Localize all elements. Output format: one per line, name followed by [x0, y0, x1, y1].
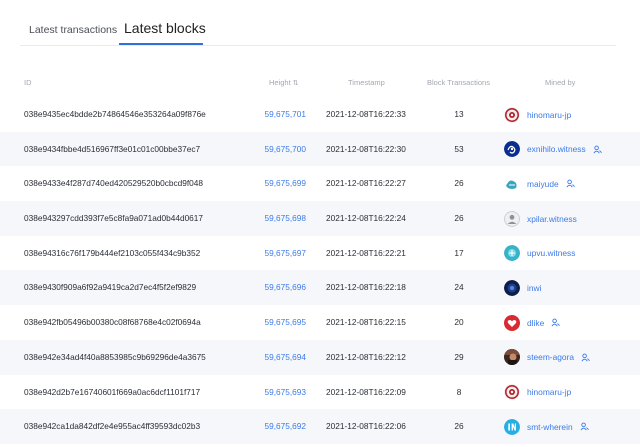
block-height-link[interactable]: 59,675,699	[243, 166, 306, 201]
table-row: 038e94316c76f179b444ef2103c055f434c9b352…	[0, 236, 640, 271]
block-height-link[interactable]: 59,675,696	[243, 270, 306, 305]
witness-badge-icon	[593, 145, 602, 154]
table-row: 038e942fb05496b00380c08f68768e4c02f0694a…	[0, 305, 640, 340]
block-transactions-count: 26	[454, 178, 464, 189]
photo-avatar-icon	[504, 349, 520, 366]
miner-name: smt-wherein	[527, 421, 573, 432]
block-timestamp: 2021-12-08T16:22:27	[326, 178, 406, 189]
miner-link[interactable]: inwi	[504, 279, 541, 296]
block-timestamp: 2021-12-08T16:22:24	[326, 213, 406, 224]
block-id: 038e94316c76f179b444ef2103c055f434c9b352	[24, 247, 201, 258]
block-id: 038e9430f909a6f92a9419ca2d7ec4f5f2ef9829	[24, 282, 197, 293]
miner-name: xpilar.witness	[527, 213, 577, 224]
teal-logo-avatar-icon	[504, 175, 520, 192]
block-timestamp: 2021-12-08T16:22:30	[326, 143, 406, 154]
miner-name: inwi	[527, 282, 542, 293]
block-timestamp: 2021-12-08T16:22:09	[326, 386, 406, 397]
column-header-block-transactions: Block Transactions	[427, 78, 490, 87]
block-transactions-count: 20	[454, 317, 464, 328]
block-id: 038e9435ec4bdde2b74864546e353264a09f876e	[24, 109, 206, 119]
witness-badge-icon	[580, 422, 589, 431]
block-timestamp: 2021-12-08T16:22:18	[326, 282, 406, 293]
block-transactions-count: 8	[456, 386, 462, 397]
column-header-id: ID	[24, 78, 32, 87]
miner-link[interactable]: dlike	[504, 314, 561, 331]
red-heart-avatar-icon	[504, 314, 520, 331]
witness-badge-icon	[551, 318, 561, 327]
block-id: 038e943297cdd393f7e5c8fa9a071ad0b44d0617	[24, 213, 204, 224]
block-id: 038e9433e4f287d740ed420529520b0cbcd9f048	[24, 178, 204, 189]
miner-name: hinomaru-jp	[527, 109, 572, 120]
miner-link[interactable]: steem-agora	[504, 349, 590, 366]
table-row: 038e942e34ad4f40a8853985c9b69296de4a3675…	[0, 339, 640, 375]
blue-swirl-avatar-icon	[504, 141, 520, 158]
block-transactions-count: 13	[454, 109, 464, 119]
red-seal-avatar-icon	[504, 384, 520, 400]
witness-badge-icon	[581, 353, 590, 362]
block-height-link[interactable]: 59,675,700	[243, 132, 306, 167]
table-row: 038e9435ec4bdde2b74864546e353264a09f876e…	[0, 97, 640, 132]
miner-link[interactable]: hinomaru-jp	[504, 384, 571, 401]
teal-in-avatar-icon	[504, 418, 520, 435]
sort-icon[interactable]: ⇅	[293, 80, 299, 87]
miner-link[interactable]: maiyude	[504, 175, 575, 192]
miner-name: hinomaru-jp	[527, 387, 572, 397]
block-timestamp: 2021-12-08T16:22:33	[326, 109, 406, 119]
miner-name: dlike	[527, 317, 545, 328]
table-header: ID Height ⇅ Timestamp Block Transactions …	[0, 78, 640, 92]
block-transactions-count: 17	[454, 247, 464, 258]
grey-person-avatar-icon	[504, 210, 520, 227]
table-row: 038e943297cdd393f7e5c8fa9a071ad0b44d0617…	[0, 201, 640, 236]
miner-link[interactable]: xpilar.witness	[504, 210, 577, 227]
block-height-link[interactable]: 59,675,697	[243, 236, 306, 271]
block-timestamp: 2021-12-08T16:22:06	[326, 421, 406, 432]
miner-link[interactable]: hinomaru-jp	[504, 106, 571, 123]
tab-latest-blocks[interactable]: Latest blocks	[124, 20, 206, 36]
miner-name: maiyude	[527, 178, 559, 189]
block-height-link[interactable]: 59,675,701	[243, 97, 306, 132]
block-transactions-count: 26	[454, 421, 464, 432]
table-row: 038e9434fbbe4d516967ff3e01c01c00bbe37ec7…	[0, 131, 640, 167]
block-id: 038e942d2b7e16740601f669a0ac6dcf1101f717	[24, 386, 201, 397]
block-height-link[interactable]: 59,675,698	[243, 201, 306, 236]
table-row: 038e942d2b7e16740601f669a0ac6dcf1101f717…	[0, 375, 640, 410]
miner-name: exnihilo.witness	[527, 144, 586, 155]
block-id: 038e9434fbbe4d516967ff3e01c01c00bbe37ec7	[24, 143, 201, 154]
block-height-link[interactable]: 59,675,692	[243, 409, 306, 444]
teal-globe-avatar-icon	[504, 245, 520, 262]
block-id: 038e942e34ad4f40a8853985c9b69296de4a3675	[24, 351, 206, 362]
red-seal-avatar-icon	[504, 106, 520, 123]
block-height-link[interactable]: 59,675,695	[243, 305, 306, 340]
block-timestamp: 2021-12-08T16:22:15	[326, 317, 406, 328]
witness-badge-icon	[566, 179, 575, 188]
table-row: 038e942ca1da842df2e4e955ac4ff39593dc02b3…	[0, 409, 640, 444]
column-header-timestamp: Timestamp	[348, 78, 385, 87]
table-row: 038e9433e4f287d740ed420529520b0cbcd9f048…	[0, 166, 640, 201]
block-height-link[interactable]: 59,675,694	[243, 340, 306, 375]
miner-link[interactable]: upvu.witness	[504, 245, 575, 262]
block-timestamp: 2021-12-08T16:22:12	[326, 351, 406, 362]
block-timestamp: 2021-12-08T16:22:21	[326, 247, 406, 258]
dark-blue-avatar-icon	[504, 279, 520, 296]
tab-latest-transactions[interactable]: Latest transactions	[29, 24, 117, 36]
block-transactions-count: 29	[454, 351, 464, 362]
miner-name: upvu.witness	[527, 248, 576, 259]
miner-link[interactable]: smt-wherein	[504, 418, 589, 435]
column-header-mined-by: Mined by	[545, 78, 576, 87]
blocks-table-body: 038e9435ec4bdde2b74864546e353264a09f876e…	[0, 97, 640, 444]
block-height-link[interactable]: 59,675,693	[243, 375, 306, 410]
block-transactions-count: 53	[454, 143, 464, 154]
block-transactions-count: 24	[454, 282, 464, 293]
tab-divider	[20, 45, 616, 46]
miner-name: steem-agora	[527, 352, 575, 363]
block-id: 038e942ca1da842df2e4e955ac4ff39593dc02b3	[24, 421, 201, 432]
column-header-height[interactable]: Height ⇅	[269, 78, 299, 87]
miner-link[interactable]: exnihilo.witness	[504, 141, 602, 158]
column-header-height-label: Height	[269, 78, 291, 87]
table-row: 038e9430f909a6f92a9419ca2d7ec4f5f2ef9829…	[0, 270, 640, 306]
tab-bar: Latest transactions Latest blocks	[0, 0, 640, 46]
block-id: 038e942fb05496b00380c08f68768e4c02f0694a	[24, 317, 201, 328]
block-transactions-count: 26	[454, 213, 464, 224]
